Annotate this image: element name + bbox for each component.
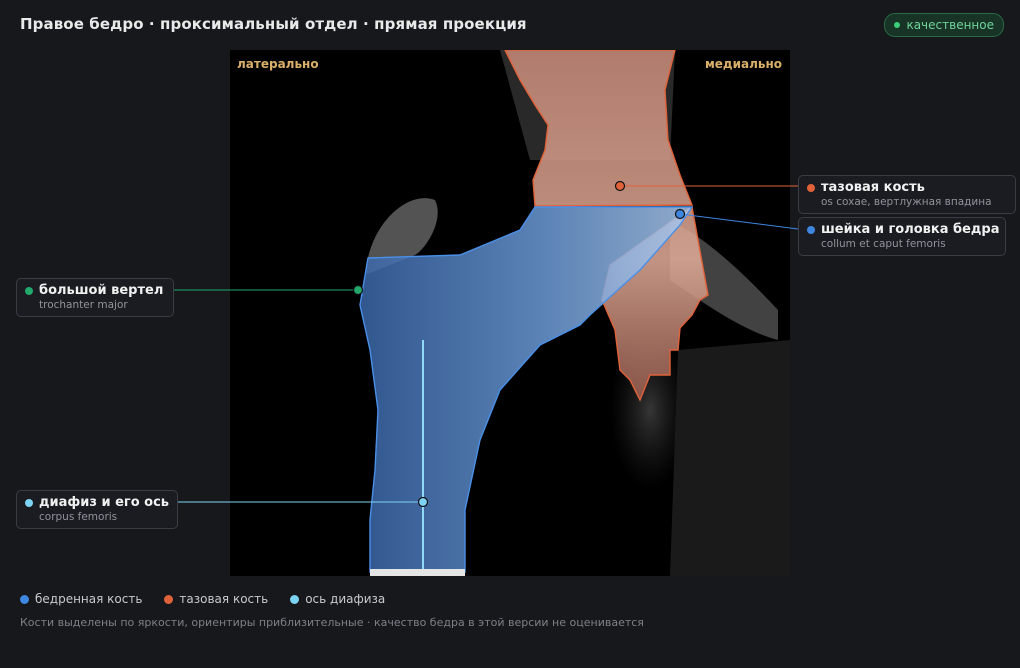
callout-trochanter[interactable]: большой вертел trochanter major <box>16 278 174 317</box>
footnote: Кости выделены по яркости, ориентиры при… <box>20 616 644 629</box>
callout-pelvis[interactable]: тазовая кость os coxae, вертлужная впади… <box>798 175 1016 214</box>
neck-dot-icon <box>807 226 815 234</box>
orientation-medial: медиально <box>704 57 782 71</box>
shaft-dot-icon <box>25 499 33 507</box>
pelvis-dot-icon <box>807 184 815 192</box>
callout-shaft-title: диафиз и его ось <box>39 495 170 510</box>
status-dot-icon <box>894 22 901 28</box>
page-title: Правое бедро · проксимальный отдел · пря… <box>20 15 527 33</box>
legend-pelvis-label: тазовая кость <box>179 592 269 606</box>
xray-image <box>359 50 790 576</box>
legend-item-femur: бедренная кость <box>20 592 142 606</box>
xray-viewer[interactable]: латерально медиально <box>230 50 790 576</box>
status-badge: качественное <box>884 13 1004 37</box>
callout-pelvis-title: тазовая кость <box>821 180 925 195</box>
callout-pelvis-subtitle: os coxae, вертлужная впадина <box>821 196 992 208</box>
callout-neck[interactable]: шейка и головка бедра collum et caput fe… <box>798 217 1006 256</box>
callout-shaft[interactable]: диафиз и его ось corpus femoris <box>16 490 178 529</box>
status-badge-label: качественное <box>906 18 994 32</box>
legend-axis-dot-icon <box>290 594 300 604</box>
dark-region <box>670 340 790 576</box>
legend-femur-label: бедренная кость <box>35 592 143 606</box>
legend-pelvis-dot-icon <box>164 594 174 604</box>
callout-shaft-subtitle: corpus femoris <box>39 511 118 523</box>
legend-item-axis: ось диафиза <box>290 592 385 606</box>
trochanter-dot-icon <box>25 287 33 295</box>
legend-femur-dot-icon <box>20 594 29 604</box>
callout-neck-title: шейка и головка бедра <box>821 222 1000 237</box>
legend-axis-label: ось диафиза <box>305 592 386 606</box>
callout-trochanter-subtitle: trochanter major <box>39 299 128 311</box>
callout-trochanter-title: большой вертел <box>39 283 164 298</box>
legend: бедренная кость тазовая кость ось диафиз… <box>20 592 385 606</box>
callout-neck-subtitle: collum et caput femoris <box>821 238 946 250</box>
orientation-lateral: латерально <box>237 57 319 71</box>
legend-item-pelvis: тазовая кость <box>164 592 268 606</box>
cut-edge <box>370 569 465 576</box>
